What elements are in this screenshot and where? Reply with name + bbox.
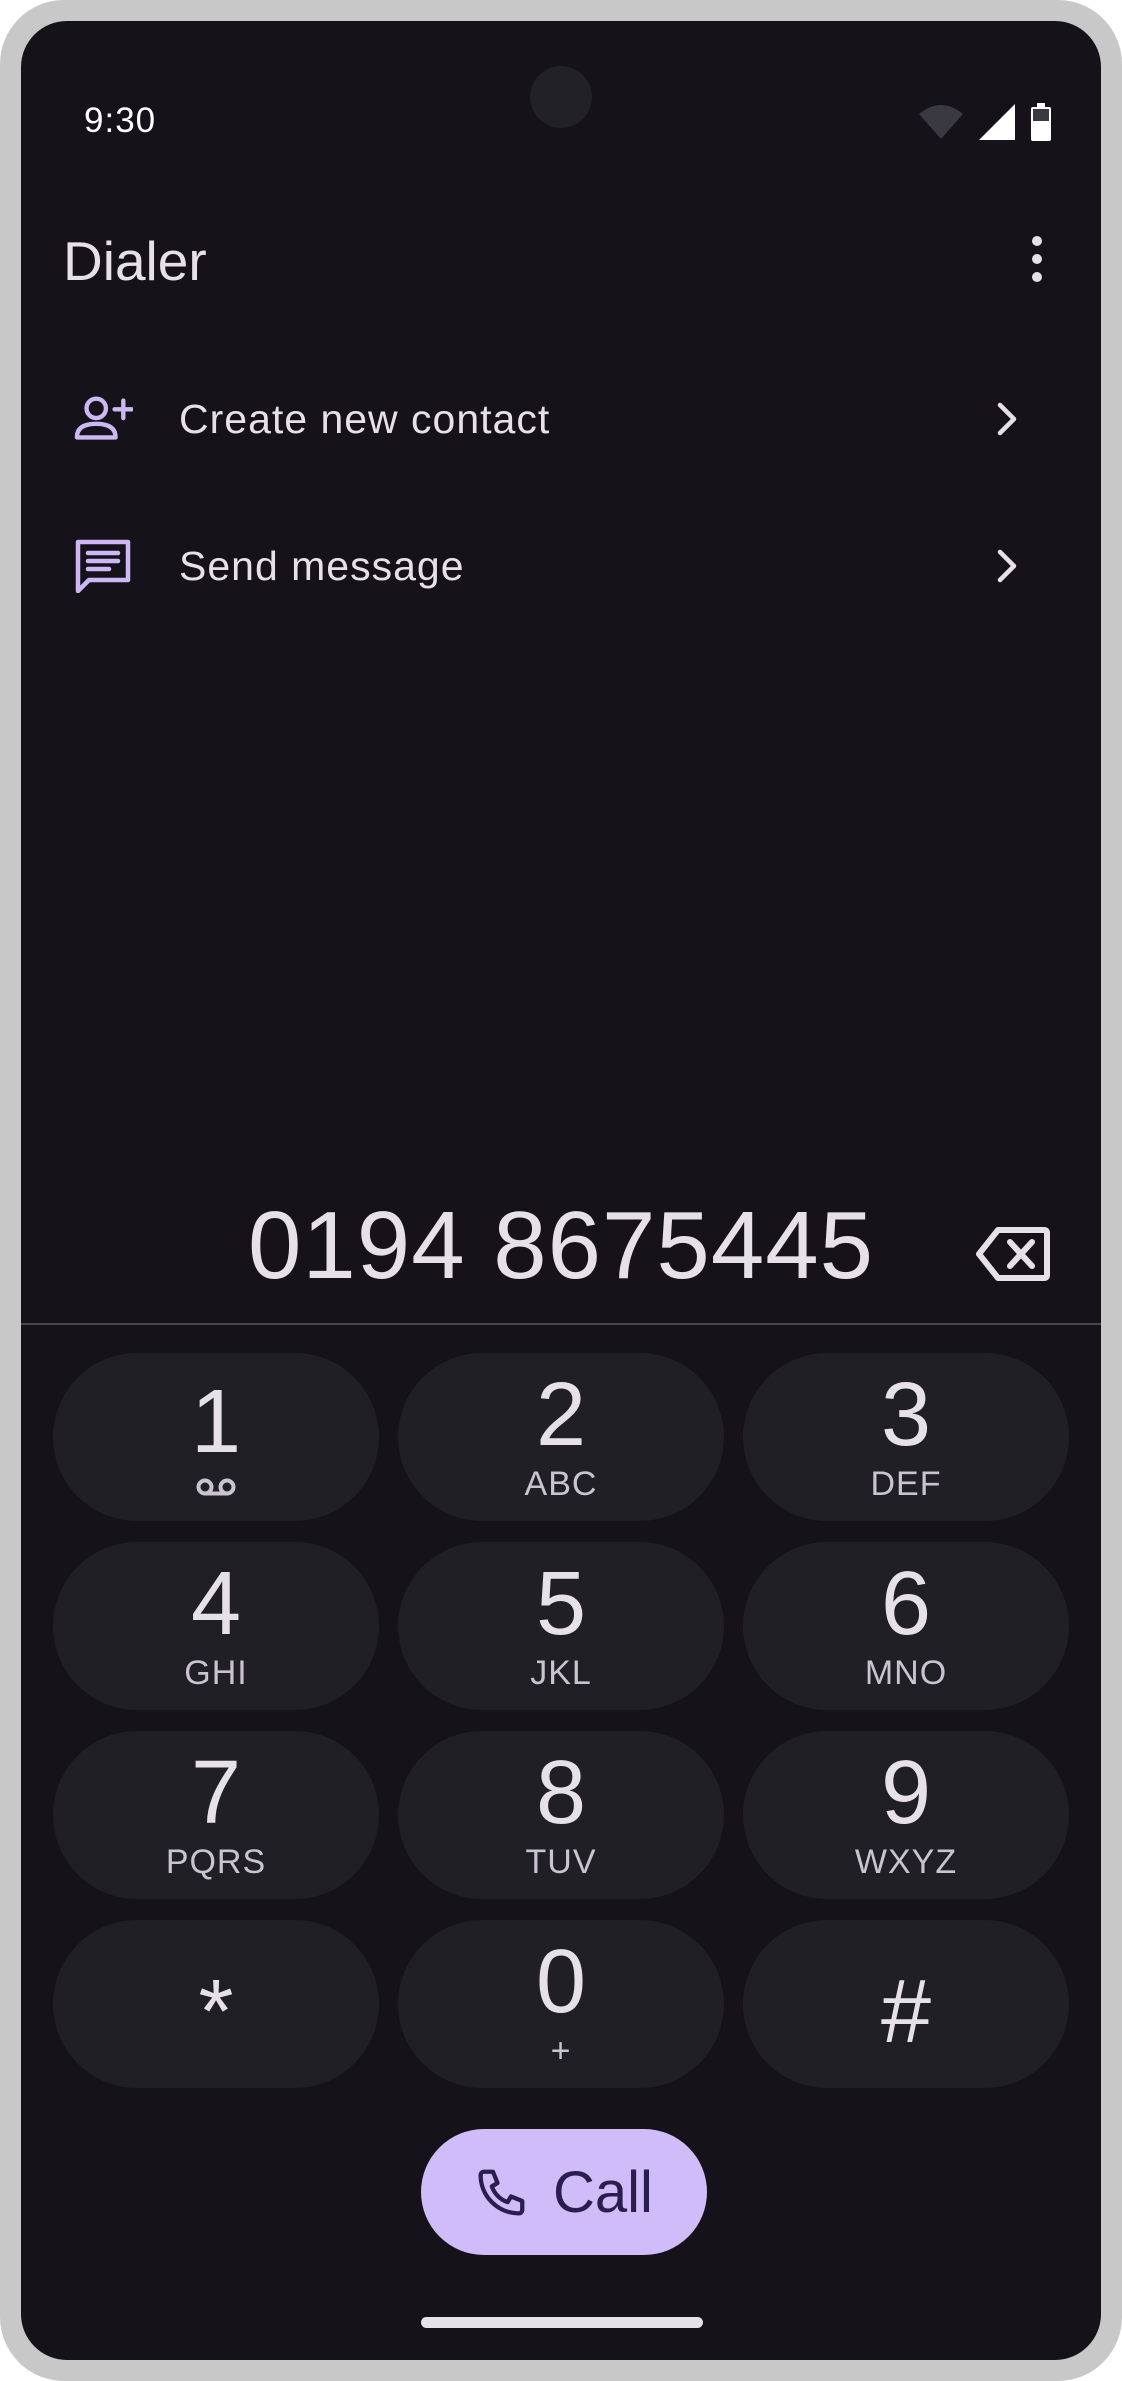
key-9[interactable]: 9 WXYZ (743, 1731, 1069, 1899)
device-frame: 9:30 Dialer Create new contact Send mess… (0, 0, 1122, 2381)
key-hash[interactable]: # (743, 1920, 1069, 2088)
key-digit: 6 (880, 1554, 932, 1654)
key-digit: 0 (535, 1932, 587, 2032)
list-item-create-contact[interactable]: Create new contact (21, 359, 1101, 479)
key-1[interactable]: 1 (53, 1353, 379, 1521)
list-item-send-message[interactable]: Send message (21, 506, 1101, 626)
key-letters: JKL (530, 1654, 592, 1692)
backspace-icon[interactable] (976, 1226, 1056, 1288)
key-5[interactable]: 5 JKL (398, 1542, 724, 1710)
phone-icon (478, 2169, 525, 2216)
key-letters: DEF (870, 1465, 942, 1503)
key-4[interactable]: 4 GHI (53, 1542, 379, 1710)
key-0[interactable]: 0 + (398, 1920, 724, 2088)
key-2[interactable]: 2 ABC (398, 1353, 724, 1521)
key-6[interactable]: 6 MNO (743, 1542, 1069, 1710)
key-digit: 2 (535, 1365, 587, 1465)
key-digit: # (880, 1962, 932, 2062)
status-icons (919, 101, 1051, 143)
key-7[interactable]: 7 PQRS (53, 1731, 379, 1899)
key-star[interactable]: * (53, 1920, 379, 2088)
person-add-icon (73, 389, 133, 449)
screen: 9:30 Dialer Create new contact Send mess… (21, 21, 1101, 2360)
battery-icon (1031, 103, 1051, 141)
key-letters: PQRS (165, 1843, 267, 1881)
chevron-right-icon (987, 399, 1027, 439)
key-8[interactable]: 8 TUV (398, 1731, 724, 1899)
call-button[interactable]: Call (421, 2129, 707, 2255)
status-time: 9:30 (84, 101, 157, 140)
key-digit: 8 (535, 1743, 587, 1843)
key-letters: WXYZ (854, 1843, 958, 1881)
key-letters: GHI (184, 1654, 248, 1692)
divider (21, 1323, 1101, 1325)
key-digit: * (198, 1962, 234, 2062)
wifi-icon (919, 105, 963, 139)
key-3[interactable]: 3 DEF (743, 1353, 1069, 1521)
message-icon (73, 536, 133, 596)
key-digit: 4 (190, 1554, 242, 1654)
key-digit: 9 (880, 1743, 932, 1843)
home-indicator[interactable] (421, 2317, 703, 2328)
call-label: Call (553, 2159, 653, 2225)
camera-cutout (530, 66, 592, 128)
key-letters: MNO (864, 1654, 948, 1692)
chevron-right-icon (987, 546, 1027, 586)
key-digit: 1 (190, 1372, 242, 1472)
key-digit: 3 (880, 1365, 932, 1465)
create-contact-label: Create new contact (179, 395, 551, 442)
key-letters: ABC (524, 1465, 598, 1503)
key-digit: 7 (190, 1743, 242, 1843)
page-title: Dialer (63, 230, 207, 292)
more-vert-icon[interactable] (1017, 229, 1057, 289)
send-message-label: Send message (179, 542, 465, 589)
voicemail-icon (196, 1478, 236, 1496)
key-letters: + (550, 2032, 572, 2070)
key-letters: TUV (525, 1843, 597, 1881)
key-digit: 5 (535, 1554, 587, 1654)
dialed-number: 0194 8675445 (248, 1192, 874, 1299)
signal-icon (979, 104, 1015, 140)
